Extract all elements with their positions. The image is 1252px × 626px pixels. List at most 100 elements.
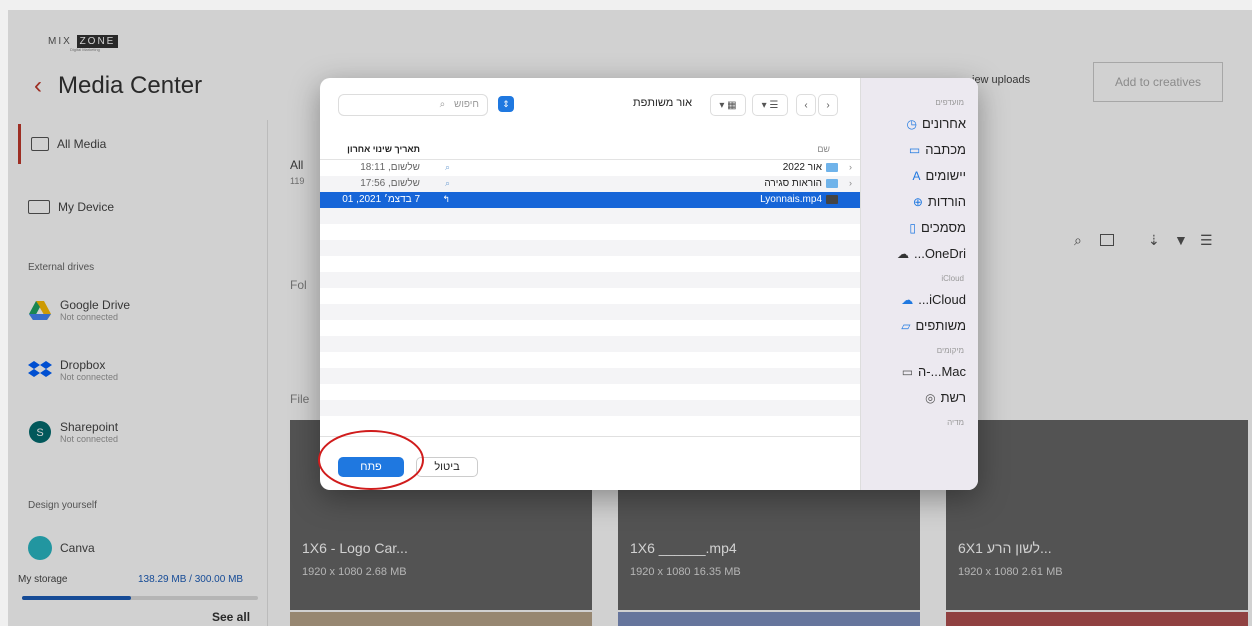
filter-icon[interactable]: ▼ <box>1174 232 1188 248</box>
add-to-creatives-button[interactable]: Add to creatives <box>1093 62 1223 102</box>
sidebar-item-google-drive[interactable]: Google Drive Not connected <box>28 298 130 322</box>
favorites-heading: מועדפים <box>935 98 964 107</box>
file-name: הוראות סגירה <box>764 178 822 189</box>
file-date: שלשום, 18:11 <box>360 162 420 173</box>
video-file-icon <box>826 195 838 204</box>
empty-row <box>320 224 860 240</box>
column-date-header[interactable]: תאריך שינוי אחרון <box>347 144 420 154</box>
files-heading: File <box>290 392 310 406</box>
empty-row <box>320 288 860 304</box>
sidebar-item-documents[interactable]: מסמכים ▯ <box>909 220 966 235</box>
sidebar-item-icloud[interactable]: iCloud... ☁ <box>901 292 966 307</box>
sidebar-item-mac[interactable]: Mac...-ה ▭ <box>902 364 966 379</box>
search-icon: ⌕ <box>444 178 450 188</box>
sidebar-item-my-device[interactable]: My Device <box>28 200 114 214</box>
column-view-button[interactable]: ▾ ▦ <box>710 94 746 116</box>
sidebar-item-network[interactable]: רשת ◎ <box>925 390 966 405</box>
empty-row <box>320 208 860 224</box>
drive-status: Not connected <box>60 434 119 444</box>
back-nav-icon[interactable]: ‹ <box>796 94 816 116</box>
empty-row <box>320 320 860 336</box>
sidebar-item-label: יישומים <box>925 168 967 183</box>
canva-icon <box>28 536 52 560</box>
file-row[interactable]: ‹ הוראות סגירה ⌕ שלשום, 17:56 <box>320 176 860 192</box>
media-card[interactable]: 6X1 לשון הרע... 1920 x 1080 2.61 MB <box>946 420 1248 610</box>
storage-label: My storage <box>18 574 68 585</box>
view-uploads-link[interactable]: iew uploads <box>972 74 1030 86</box>
page-title: Media Center <box>58 72 203 99</box>
column-name-header[interactable]: שם <box>817 144 830 154</box>
drive-name: Sharepoint <box>60 420 119 434</box>
sidebar-item-downloads[interactable]: הורדות ⊕ <box>913 194 966 209</box>
sidebar-item-recents[interactable]: אחרונים ◷ <box>906 116 966 131</box>
file-name: אור 2022 <box>782 162 822 173</box>
back-icon[interactable]: ‹ <box>34 72 42 100</box>
thumbnail-strip <box>618 612 920 626</box>
card-meta: 1920 x 1080 2.61 MB <box>958 566 1063 578</box>
drive-name: Canva <box>60 541 95 555</box>
drive-name: Dropbox <box>60 358 106 372</box>
search-icon: ⌕ <box>444 162 450 172</box>
sort-icon[interactable]: ⇣ <box>1148 232 1160 249</box>
storage-bar <box>22 596 258 600</box>
media-folder-icon <box>31 137 49 151</box>
sidebar-item-dropbox[interactable]: Dropbox Not connected <box>28 358 118 382</box>
search-placeholder: חיפוש <box>454 99 479 110</box>
drive-status: Not connected <box>60 312 119 322</box>
laptop-icon: ▭ <box>901 364 914 379</box>
chevron-right-icon[interactable]: ‹ <box>849 162 852 172</box>
card-meta: 1920 x 1080 16.35 MB <box>630 566 741 578</box>
sidebar-item-all-media[interactable]: All Media <box>18 124 268 164</box>
svg-text:S: S <box>36 427 43 439</box>
icloud-heading: iCloud <box>941 274 964 283</box>
sidebar-item-desktop[interactable]: מכתבה ▭ <box>909 142 966 157</box>
sidebar-item-onedrive[interactable]: OneDri... ☁ <box>897 246 966 261</box>
search-input[interactable]: חיפוש ⌕ <box>338 94 488 116</box>
cancel-button[interactable]: ביטול <box>416 457 478 477</box>
file-row[interactable]: ‹ אור 2022 ⌕ שלשום, 18:11 <box>320 160 860 176</box>
empty-row <box>320 400 860 416</box>
sidebar-item-label: מכתבה <box>925 142 966 157</box>
desktop-icon: ▭ <box>908 142 921 157</box>
clock-icon: ◷ <box>906 116 917 131</box>
sidebar-item-label: My Device <box>58 200 115 214</box>
folder-select[interactable]: אור משותפת <box>500 94 700 116</box>
empty-row <box>320 368 860 384</box>
search-icon[interactable]: ⌕ <box>1074 232 1082 249</box>
card-title: 1X6 ______.mp4 <box>630 540 737 556</box>
apps-icon: A <box>912 168 921 183</box>
sidebar-item-label: משותפים <box>915 318 966 333</box>
dropbox-icon <box>28 361 52 377</box>
highlight-circle <box>318 430 424 490</box>
new-folder-icon[interactable] <box>1100 234 1114 246</box>
storage-fill <box>22 596 131 600</box>
sidebar: All Media My Device External drives Goog… <box>18 120 268 626</box>
sidebar-item-label: Mac...-ה <box>918 364 966 379</box>
chevron-updown-icon[interactable]: ⇕ <box>498 96 514 112</box>
external-drives-heading: External drives <box>28 262 95 273</box>
file-date: 7 בדצמ׳ 2021, 01 <box>342 194 420 205</box>
sidebar-item-shared[interactable]: משותפים ▱ <box>901 318 966 333</box>
file-row-selected[interactable]: Lyonnais.mp4 ↰ 7 בדצמ׳ 2021, 01 <box>320 192 860 208</box>
list-view-button[interactable]: ▾ ☰ <box>752 94 788 116</box>
see-all-link[interactable]: See all <box>212 610 250 624</box>
sidebar-item-applications[interactable]: יישומים A <box>912 168 966 183</box>
chevron-right-icon[interactable]: ‹ <box>849 178 852 188</box>
cloud-icon: ☁ <box>896 246 909 261</box>
sidebar-item-canva[interactable]: Canva <box>28 536 95 560</box>
list-view-icon[interactable]: ☰ <box>1200 232 1213 249</box>
folder-select-label: אור משותפת <box>633 97 692 109</box>
empty-row <box>320 256 860 272</box>
empty-row <box>320 272 860 288</box>
forward-nav-icon[interactable]: › <box>818 94 838 116</box>
mixzone-logo: MIX ZONE Digital Marketing <box>48 35 119 52</box>
network-icon: ◎ <box>925 390 936 405</box>
dialog-main: חיפוש ⌕ אור משותפת ⇕ ▾ ▦ ▾ ☰ ‹ › שם תארי… <box>320 78 860 490</box>
folder-icon <box>826 179 838 188</box>
thumbnail-strip <box>290 612 592 626</box>
media-heading: מדיה <box>947 418 964 427</box>
column-header: שם תאריך שינוי אחרון <box>320 136 860 160</box>
file-name: Lyonnais.mp4 <box>760 194 822 205</box>
laptop-icon <box>28 200 50 214</box>
sidebar-item-sharepoint[interactable]: S Sharepoint Not connected <box>28 420 118 444</box>
